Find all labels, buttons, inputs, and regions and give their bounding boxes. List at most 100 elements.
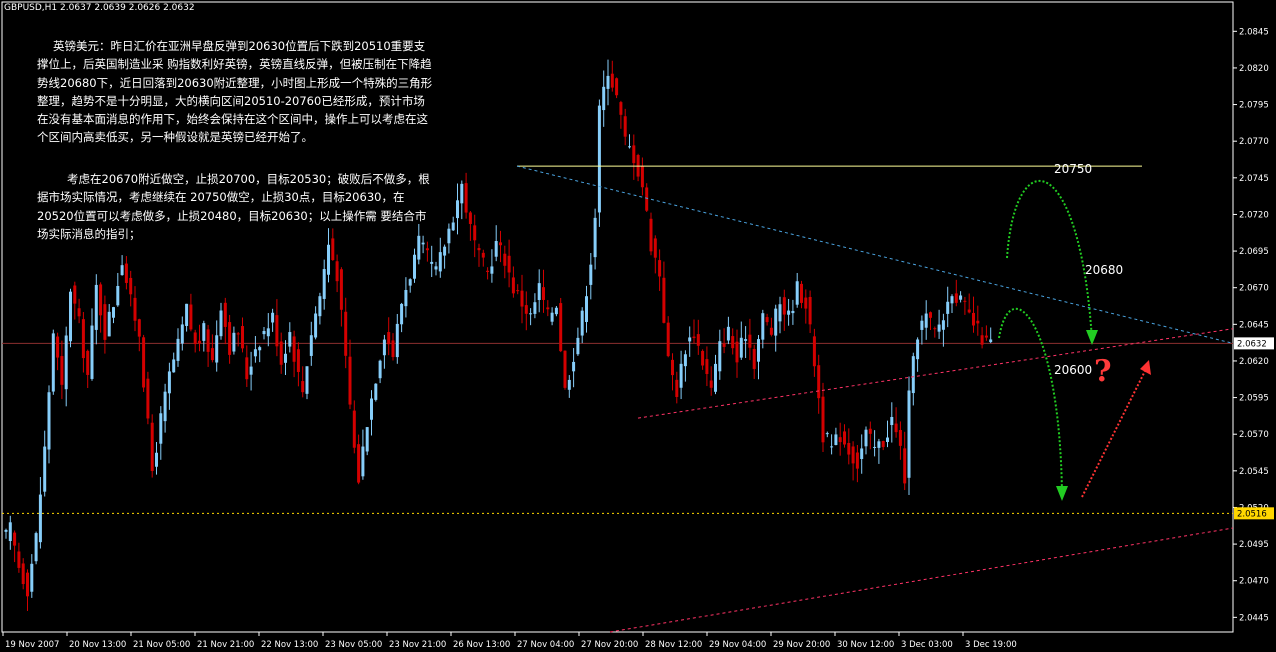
candle-body [26,572,29,597]
candle-body [279,341,283,365]
candle-body [653,238,657,258]
y-tick-label: 2.0570 [1239,430,1269,440]
candle-body [619,102,623,115]
candle-body [890,416,894,426]
candle-body [90,325,94,379]
label-20600: 20600 [1054,363,1093,377]
candle-body [825,433,829,435]
candle-body [812,336,816,367]
y-tick-label: 2.0470 [1239,577,1269,587]
candle-body [972,312,975,326]
candle-body [701,350,705,366]
x-tick-label: 22 Nov 13:00 [261,640,318,650]
candle-body [709,380,713,388]
question-mark: ? [1094,354,1112,389]
ascending-trendline-lower [609,527,1234,633]
candle-body [382,339,386,356]
candle-body [499,242,502,246]
candle-body [34,533,38,562]
candle-body [864,429,868,447]
y-tick-label: 2.0620 [1239,357,1269,367]
candle-body [524,305,528,314]
candle-body [413,254,416,279]
candle-body [314,313,318,338]
candle-body [834,434,838,446]
candle-body [744,339,748,341]
candle-body [451,222,455,231]
candle-body [60,356,64,385]
candle-body [69,291,72,342]
candle-body [408,279,412,286]
candle-body [520,290,524,307]
analysis-paragraph-1: 英镑美元：昨日汇价在亚洲早盘反弹到20630位置后下跌到20510重要支撑位上，… [37,39,433,145]
candle-body [38,494,42,543]
candle-body [99,284,103,316]
candle-body [868,428,872,434]
candle-body [886,437,889,443]
candle-body [898,430,902,446]
current-price-tag-label: 2.0632 [1237,339,1267,349]
candle-body [877,441,881,448]
candle-body [503,253,507,266]
candle-body [284,353,287,363]
candle-body [443,246,447,256]
candle-body [142,337,146,388]
candle-body [339,269,343,310]
candle-body [916,339,920,360]
candle-body [976,320,980,324]
candle-body [765,317,769,323]
candle-body [649,218,653,252]
candle-body [980,335,984,345]
candle-body [193,332,197,345]
candle-body [391,340,395,358]
y-tick-label: 2.0595 [1239,394,1269,404]
candle-body [731,336,735,349]
candle-body [929,312,932,318]
candle-body [851,446,855,464]
candle-body [679,363,683,388]
candle-body [206,329,210,352]
candle-body [692,336,696,339]
candle-body [365,427,369,452]
candle-body [219,310,223,337]
candle-body [146,378,150,419]
projection-arrows [998,180,1151,501]
candle-body [189,304,193,330]
candle-body [546,307,550,310]
candle-body [507,255,511,273]
candle-body [430,261,434,264]
green-arrowhead-lower [1056,486,1068,501]
y-tick-label: 2.0670 [1239,284,1269,294]
candle-body [610,73,614,88]
candle-body [774,308,778,336]
x-tick-label: 27 Nov 04:00 [517,640,574,650]
candle-body [946,301,950,314]
y-tick-label: 2.0720 [1239,210,1269,220]
candle-body [511,277,515,294]
candle-body [597,105,601,213]
candle-body [640,166,644,188]
candle-body [4,529,8,532]
candle-body [266,328,270,337]
candle-body [778,304,782,322]
candle-body [602,86,606,111]
candle-body [357,444,361,483]
candle-body [623,116,627,137]
red-arrow [1081,366,1148,498]
candle-body [404,289,408,307]
candle-body [223,302,227,327]
candle-body [30,563,34,592]
candle-body [576,337,580,355]
candle-body [967,309,971,313]
candle-body [628,146,631,148]
candle-body [370,398,373,420]
candle-body [81,319,85,359]
candle-body [210,348,214,361]
candle-body [800,283,803,303]
candle-body [563,350,567,388]
candle-body [262,330,266,335]
y-tick-label: 2.0745 [1239,174,1269,184]
y-tick-label: 2.0770 [1239,137,1269,147]
ascending-trendline-upper [637,328,1234,419]
candle-body [241,326,244,349]
